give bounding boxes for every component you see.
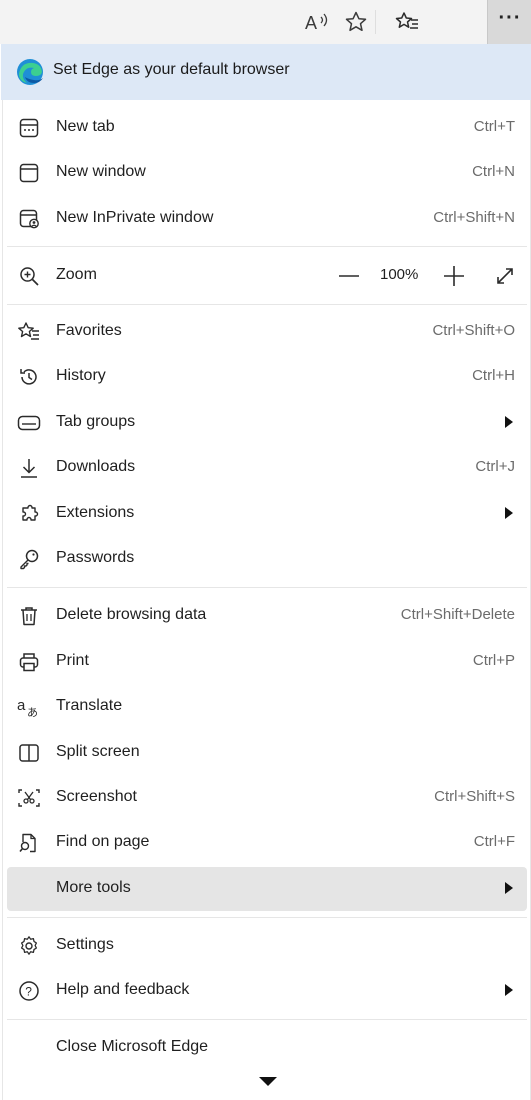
menu-item-extensions[interactable]: Extensions	[7, 492, 527, 536]
shortcut-text: Ctrl+F	[473, 833, 515, 850]
menu-item-label: Extensions	[56, 504, 135, 521]
browser-toolbar: A ···	[0, 0, 531, 44]
menu-item-new-inprivate-window[interactable]: New InPrivate window Ctrl+Shift+N	[7, 197, 527, 241]
shortcut-text: Ctrl+P	[472, 652, 515, 669]
menu-item-translate[interactable]: aあ Translate	[7, 685, 527, 729]
key-icon	[17, 547, 41, 571]
menu-item-label: Find on page	[56, 833, 150, 850]
toolbar-divider	[375, 10, 376, 34]
help-icon: ?	[17, 979, 41, 1003]
shortcut-text: Ctrl+H	[472, 367, 515, 384]
svg-text:?: ?	[25, 985, 32, 999]
chevron-right-icon	[505, 984, 513, 996]
shortcut-text: Ctrl+J	[475, 458, 515, 475]
svg-text:あ: あ	[27, 706, 38, 718]
translate-icon: aあ	[17, 695, 41, 719]
menu-item-print[interactable]: Print Ctrl+P	[7, 640, 527, 684]
menu-item-more-tools[interactable]: More tools	[7, 867, 527, 911]
menu-divider	[7, 1019, 527, 1020]
shortcut-text: Ctrl+Shift+O	[432, 322, 515, 339]
menu-item-label: Delete browsing data	[56, 606, 207, 623]
fullscreen-icon[interactable]	[490, 261, 520, 291]
read-aloud-icon[interactable]: A	[300, 6, 334, 38]
settings-menu: Set Edge as your default browser New tab…	[1, 44, 531, 1100]
favorites-icon	[17, 320, 41, 344]
shortcut-text: Ctrl+N	[472, 163, 515, 180]
more-icon[interactable]: ···	[487, 0, 531, 44]
menu-item-label: Help and feedback	[56, 981, 190, 998]
menu-item-zoom: Zoom 100%	[7, 254, 527, 298]
chevron-down-icon[interactable]	[259, 1077, 277, 1086]
screenshot-icon	[17, 786, 41, 810]
star-icon[interactable]	[339, 6, 373, 38]
inprivate-icon	[17, 207, 41, 231]
menu-item-tab-groups[interactable]: Tab groups	[7, 401, 527, 445]
shortcut-text: Ctrl+Shift+Delete	[400, 606, 515, 623]
menu-item-new-window[interactable]: New window Ctrl+N	[7, 151, 527, 195]
shortcut-text: Ctrl+Shift+S	[434, 788, 515, 805]
menu-item-label: More tools	[56, 879, 131, 896]
menu-divider	[7, 587, 527, 588]
menu-item-new-tab[interactable]: New tab Ctrl+T	[7, 106, 527, 150]
menu-item-label: New InPrivate window	[56, 209, 214, 226]
menu-divider	[7, 304, 527, 305]
zoom-icon	[17, 264, 41, 288]
printer-icon	[17, 650, 41, 674]
menu-item-label: Downloads	[56, 458, 136, 475]
menu-item-label: Tab groups	[56, 413, 136, 430]
menu-item-label: History	[56, 367, 106, 384]
gear-icon	[17, 934, 41, 958]
menu-item-downloads[interactable]: Downloads Ctrl+J	[7, 446, 527, 490]
trash-icon	[17, 604, 41, 628]
shortcut-text: Ctrl+T	[473, 118, 515, 135]
menu-item-close-microsoft-edge[interactable]: Close Microsoft Edge	[7, 1026, 527, 1070]
menu-item-delete-browsing-data[interactable]: Delete browsing data Ctrl+Shift+Delete	[7, 594, 527, 638]
download-icon	[17, 456, 41, 480]
menu-item-split-screen[interactable]: Split screen	[7, 731, 527, 775]
split-screen-icon	[17, 741, 41, 765]
zoom-in-button[interactable]	[439, 261, 469, 291]
menu-item-passwords[interactable]: Passwords	[7, 537, 527, 581]
menu-item-label: New tab	[56, 118, 115, 135]
menu-item-label: Print	[56, 652, 89, 669]
chevron-right-icon	[505, 882, 513, 894]
history-icon	[17, 365, 41, 389]
banner-text: Set Edge as your default browser	[53, 61, 290, 78]
shortcut-text: Ctrl+Shift+N	[433, 209, 515, 226]
menu-item-label: Favorites	[56, 322, 122, 339]
menu-item-screenshot[interactable]: Screenshot Ctrl+Shift+S	[7, 776, 527, 820]
puzzle-icon	[17, 502, 41, 526]
svg-text:a: a	[17, 697, 26, 714]
menu-item-settings[interactable]: Settings	[7, 924, 527, 968]
svg-text:A: A	[305, 13, 317, 33]
menu-item-favorites[interactable]: Favorites Ctrl+Shift+O	[7, 310, 527, 354]
chevron-right-icon	[505, 416, 513, 428]
edge-logo-icon	[15, 57, 45, 87]
menu-item-label: Translate	[56, 697, 123, 714]
new-window-icon	[17, 161, 41, 185]
menu-item-label: Passwords	[56, 549, 135, 566]
menu-item-label: Close Microsoft Edge	[56, 1038, 209, 1055]
chevron-right-icon	[505, 507, 513, 519]
find-icon	[17, 831, 41, 855]
menu-item-label: Zoom	[56, 266, 97, 283]
zoom-out-button[interactable]	[334, 261, 364, 291]
menu-divider	[7, 246, 527, 247]
zoom-level: 100%	[380, 266, 419, 283]
default-browser-banner[interactable]: Set Edge as your default browser	[1, 44, 531, 100]
tab-groups-icon	[17, 411, 41, 435]
menu-item-label: Settings	[56, 936, 114, 953]
menu-item-label: Split screen	[56, 743, 140, 760]
menu-item-help-and-feedback[interactable]: ? Help and feedback	[7, 969, 527, 1013]
favorites-icon[interactable]	[390, 6, 424, 38]
menu-divider	[7, 917, 527, 918]
new-tab-icon	[17, 116, 41, 140]
menu-item-label: New window	[56, 163, 146, 180]
menu-item-history[interactable]: History Ctrl+H	[7, 355, 527, 399]
menu-item-find-on-page[interactable]: Find on page Ctrl+F	[7, 821, 527, 865]
menu-item-label: Screenshot	[56, 788, 137, 805]
